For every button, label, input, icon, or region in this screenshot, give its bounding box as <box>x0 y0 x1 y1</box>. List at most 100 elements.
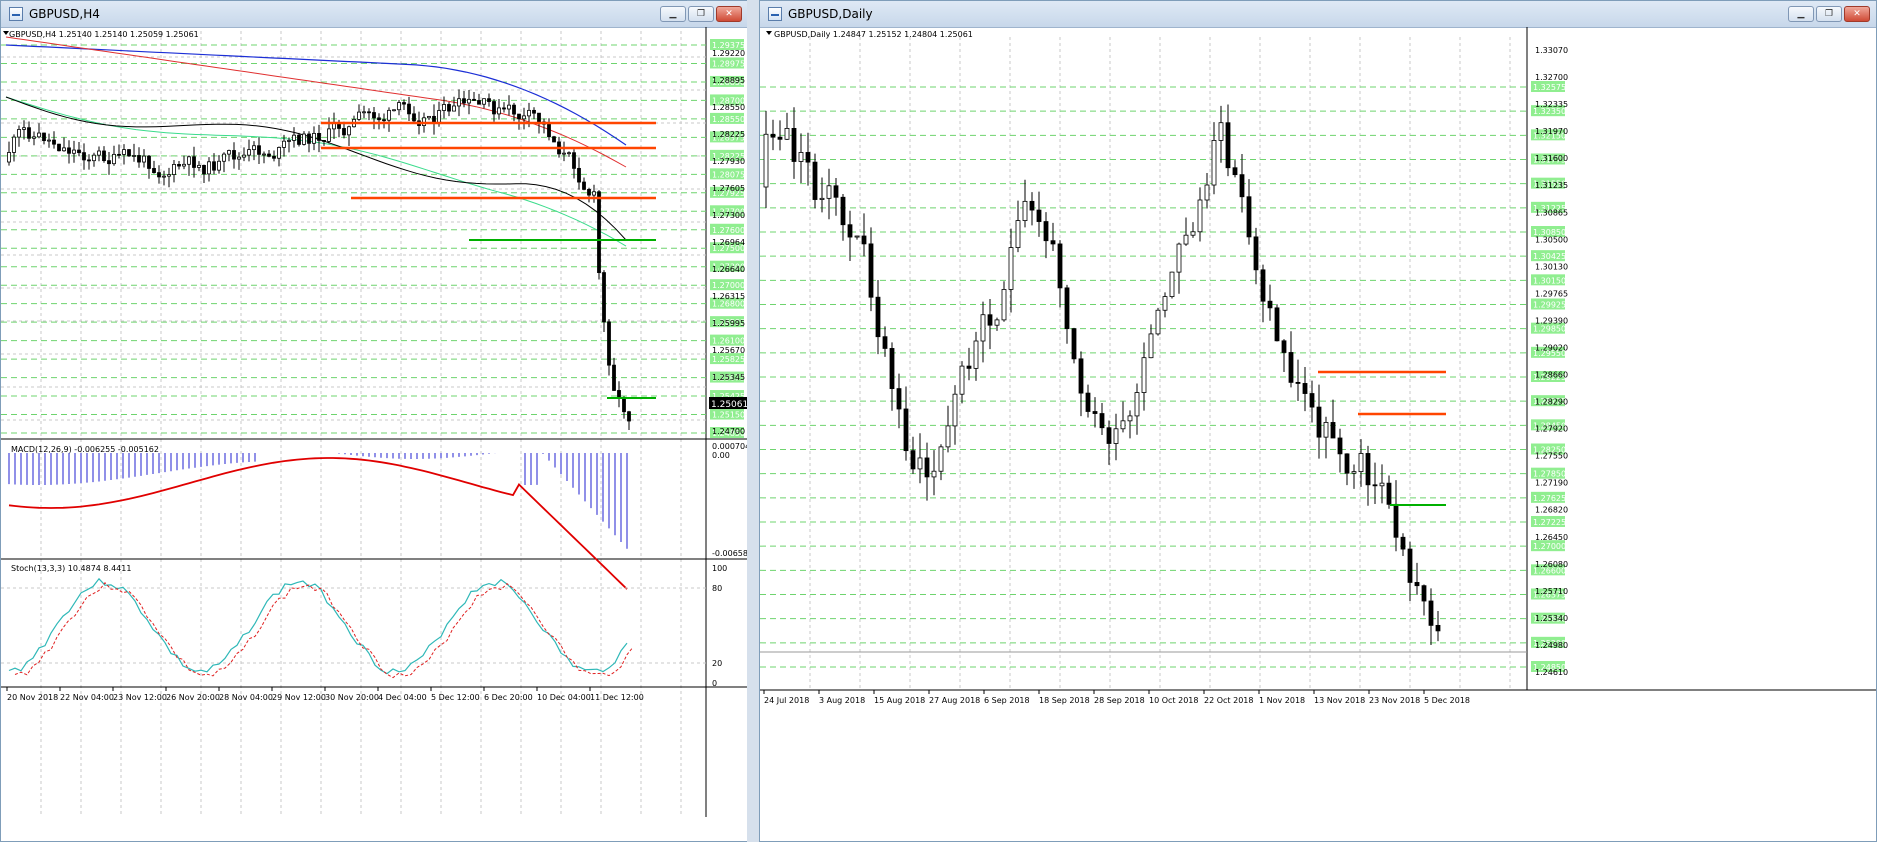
candle-body <box>392 109 396 112</box>
current-price-label: 1.25061 <box>711 400 748 410</box>
candle-body <box>1309 393 1315 408</box>
daily-chart-canvas[interactable]: 1.325751.323501.321501.317751.315501.312… <box>760 27 1876 841</box>
candle-body <box>522 115 526 120</box>
price-axis-label: 1.33070 <box>1535 46 1568 55</box>
price-axis-label: 1.29390 <box>1535 316 1568 325</box>
candle-body <box>1008 247 1014 290</box>
candle-body <box>1330 422 1336 439</box>
candle-body <box>382 119 386 122</box>
candle-body <box>1281 340 1287 353</box>
candle-body <box>840 196 846 226</box>
stoch-main-line <box>8 577 628 675</box>
candle-body <box>572 152 576 169</box>
price-axis-label: 1.28290 <box>1535 398 1568 407</box>
time-axis-label: 18 Sep 2018 <box>1039 696 1090 705</box>
time-axis-label: 10 Oct 2018 <box>1149 696 1198 705</box>
price-axis-label: 1.27190 <box>1535 479 1568 488</box>
candle-body <box>7 152 11 163</box>
daily-chart-window[interactable]: GBPUSD,Daily ▁ ❐ ✕ 1.32575 1.32350 1.32150… <box>759 0 1877 842</box>
candle-body <box>938 446 944 472</box>
candle-body <box>217 160 221 171</box>
minimize-button[interactable]: ▁ <box>1788 6 1814 22</box>
price-axis-label: 1.29220 <box>712 49 745 58</box>
support-level-label: 1.28975 <box>712 59 745 68</box>
candle-body <box>497 107 501 115</box>
candle-body <box>1260 269 1266 302</box>
candle-body <box>1113 428 1119 444</box>
candle-body <box>592 191 596 196</box>
h4-chart-window[interactable]: GBPUSD,H4 ▁ ❐ ✕ 1.29375 1.28975 1.28850 1.2… <box>0 0 749 842</box>
support-level-label: 1.30425 <box>1533 252 1566 261</box>
daily-window-titlebar[interactable]: GBPUSD,Daily ▁ ❐ ✕ <box>760 1 1876 28</box>
support-level-label: 1.27850 <box>1533 470 1566 479</box>
candle-body <box>1379 482 1385 487</box>
restore-button[interactable]: ❐ <box>688 6 714 22</box>
candle-body <box>1204 184 1210 201</box>
candle-body <box>482 98 486 105</box>
time-axis-label: 22 Oct 2018 <box>1204 696 1253 705</box>
time-axis-label: 20 Nov 2018 <box>7 693 58 702</box>
candle-body <box>931 470 937 478</box>
chevron-down-icon <box>766 31 772 35</box>
candle-body <box>297 134 301 145</box>
price-axis-label: 1.24700 <box>712 427 745 436</box>
restore-button[interactable]: ❐ <box>1816 6 1842 22</box>
close-button[interactable]: ✕ <box>1844 6 1870 22</box>
close-button[interactable]: ✕ <box>716 6 742 22</box>
stoch-label: Stoch(13,3,3) 10.4874 8.4411 <box>11 564 131 573</box>
h4-window-title: GBPUSD,H4 <box>29 7 100 21</box>
candle-body <box>87 159 91 162</box>
time-axis-label: 29 Nov 12:00 <box>272 693 326 702</box>
support-level-label: 1.27225 <box>1533 518 1566 527</box>
price-axis-label: 1.31970 <box>1535 127 1568 136</box>
candle-body <box>973 340 979 369</box>
candle-body <box>1288 352 1294 383</box>
candle-body <box>812 161 818 200</box>
candle-body <box>1414 582 1420 587</box>
time-axis-label: 6 Dec 20:00 <box>484 693 533 702</box>
candle-body <box>791 128 797 162</box>
candle-body <box>622 397 626 413</box>
candle-body <box>1393 503 1399 538</box>
candle-body <box>147 155 151 169</box>
candle-body <box>1358 453 1364 473</box>
price-axis-label: 1.30130 <box>1535 262 1568 271</box>
candle-body <box>1428 600 1434 626</box>
macd-axis-label: 0.000704 <box>712 442 748 451</box>
candle-body <box>1106 427 1112 444</box>
candle-body <box>917 457 923 470</box>
support-level-label: 1.27000 <box>1533 542 1566 551</box>
time-axis-label: 1 Nov 2018 <box>1259 696 1305 705</box>
candle-body <box>492 101 496 115</box>
candle-body <box>1043 221 1049 242</box>
candle-body <box>102 150 106 162</box>
candle-body <box>247 149 251 156</box>
minimize-button[interactable]: ▁ <box>660 6 686 22</box>
macd-axis-label: 0.00 <box>712 451 730 460</box>
price-axis-label: 1.32700 <box>1535 73 1568 82</box>
candle-body <box>1050 240 1056 245</box>
candle-body <box>1057 243 1063 289</box>
candle-body <box>342 128 346 136</box>
h4-window-titlebar[interactable]: GBPUSD,H4 ▁ ❐ ✕ <box>1 1 748 28</box>
candle-body <box>212 161 216 171</box>
candle-body <box>277 147 281 159</box>
candle-body <box>192 156 196 168</box>
price-axis-label: 1.27605 <box>712 184 745 193</box>
candle-body <box>1155 309 1161 335</box>
candle-body <box>462 98 466 104</box>
candle-body <box>402 102 406 105</box>
candle-body <box>437 110 441 124</box>
price-axis-label: 1.26315 <box>712 292 745 301</box>
candle-body <box>1302 383 1308 394</box>
candle-body <box>452 105 456 112</box>
h4-chart-canvas[interactable]: 1.293751.289751.288501.287001.285501.283… <box>1 27 748 841</box>
price-axis-label: 1.26964 <box>712 238 745 247</box>
time-axis-label: 3 Aug 2018 <box>819 696 865 705</box>
time-axis-label: 30 Nov 20:00 <box>325 693 379 702</box>
candle-body <box>597 191 601 273</box>
price-axis-label: 1.30500 <box>1535 235 1568 244</box>
candle-body <box>347 126 351 136</box>
candle-body <box>924 457 930 478</box>
candle-body <box>567 152 571 155</box>
